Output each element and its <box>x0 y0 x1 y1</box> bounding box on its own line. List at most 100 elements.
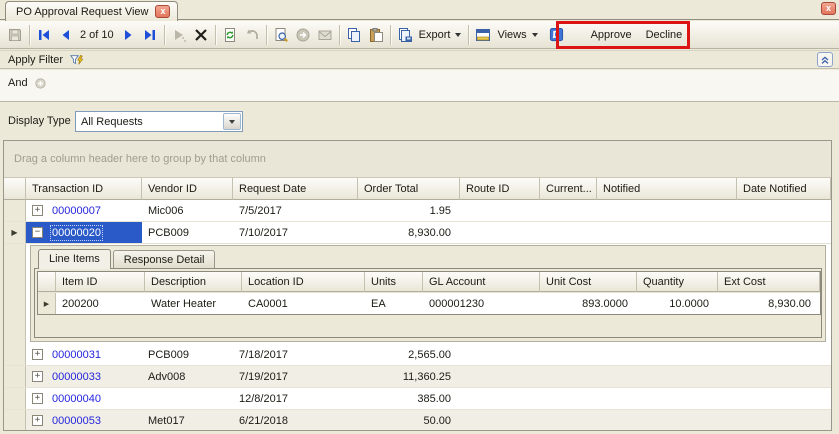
record-position: 2 of 10 <box>77 29 117 41</box>
line-item-row[interactable]: ▶ 200200 Water Heater CA0001 EA 00000123… <box>38 292 820 314</box>
document-tabstrip: PO Approval Request View x x <box>0 0 839 20</box>
decline-button[interactable]: Decline <box>639 27 690 43</box>
undo-icon <box>241 24 263 46</box>
toolbar-separator <box>215 25 216 45</box>
column-header-item-id[interactable]: Item ID <box>56 272 145 292</box>
transaction-id-link[interactable]: 00000020 <box>52 227 101 239</box>
column-header-ext-cost[interactable]: Ext Cost <box>718 272 820 292</box>
expand-icon[interactable]: + <box>32 349 43 360</box>
date-cell: 12/8/2017 <box>233 388 358 409</box>
table-row[interactable]: +00000033 Adv008 7/19/2017 11,360.25 <box>4 366 831 388</box>
paste-icon[interactable] <box>365 24 387 46</box>
apply-filter-bar[interactable]: Apply Filter <box>0 50 839 69</box>
row-gutter <box>4 388 26 409</box>
toolbar-separator <box>266 25 267 45</box>
copy-icon[interactable] <box>343 24 365 46</box>
date-cell: 6/21/2018 <box>233 410 358 431</box>
tab-close-icon[interactable]: x <box>155 5 170 18</box>
po-approval-window: PO Approval Request View x x 2 of 10 <box>0 0 839 434</box>
toolbar-separator <box>29 25 30 45</box>
requests-grid: Drag a column header here to group by th… <box>3 140 832 431</box>
column-header-quantity[interactable]: Quantity <box>637 272 718 292</box>
group-by-hint: Drag a column header here to group by th… <box>14 153 266 165</box>
transaction-id-link[interactable]: 00000033 <box>52 371 101 383</box>
expand-icon[interactable]: + <box>32 371 43 382</box>
units-cell: EA <box>365 293 423 314</box>
column-header-request-date[interactable]: Request Date <box>233 178 358 200</box>
column-header-date-notified[interactable]: Date Notified <box>737 178 831 200</box>
transaction-id-link[interactable]: 00000007 <box>52 205 101 217</box>
display-type-select[interactable]: All Requests <box>75 111 243 132</box>
export-icon[interactable] <box>394 24 416 46</box>
total-cell: 11,360.25 <box>358 366 460 387</box>
collapse-icon[interactable]: − <box>32 227 43 238</box>
display-type-value: All Requests <box>76 116 223 128</box>
views-button[interactable]: Views <box>494 29 529 41</box>
transaction-id-link[interactable]: 00000053 <box>52 415 101 427</box>
collapse-chevrons-icon[interactable] <box>817 52 833 67</box>
table-row[interactable]: +00000040 12/8/2017 385.00 <box>4 388 831 410</box>
first-record-icon[interactable] <box>33 24 55 46</box>
quantity-cell: 10.0000 <box>637 293 718 314</box>
detail-header-gutter <box>38 272 56 292</box>
row-gutter <box>4 410 26 431</box>
expand-icon[interactable]: + <box>32 393 43 404</box>
column-header-transaction-id[interactable]: Transaction ID <box>26 178 142 200</box>
row-gutter <box>4 344 26 365</box>
table-row[interactable]: +00000053 Met017 6/21/2018 50.00 <box>4 410 831 431</box>
approve-button[interactable]: Approve <box>584 27 639 43</box>
transaction-id-link[interactable]: 00000040 <box>52 393 101 405</box>
filter-operator-label[interactable]: And <box>8 77 28 89</box>
column-header-route-id[interactable]: Route ID <box>460 178 540 200</box>
toolbar-separator <box>164 25 165 45</box>
tab-response-detail[interactable]: Response Detail <box>113 250 216 268</box>
total-cell: 1.95 <box>358 200 460 221</box>
column-header-order-total[interactable]: Order Total <box>358 178 460 200</box>
expand-icon[interactable]: + <box>32 415 43 426</box>
save-icon[interactable] <box>4 24 26 46</box>
column-header-units[interactable]: Units <box>365 272 423 292</box>
expand-icon[interactable]: + <box>32 205 43 216</box>
column-header-vendor-id[interactable]: Vendor ID <box>142 178 233 200</box>
total-cell: 8,930.00 <box>358 222 460 243</box>
add-condition-icon[interactable] <box>34 77 47 90</box>
tab-line-items[interactable]: Line Items <box>38 249 111 269</box>
previous-record-icon[interactable] <box>55 24 77 46</box>
last-record-icon[interactable] <box>139 24 161 46</box>
column-header-unit-cost[interactable]: Unit Cost <box>540 272 637 292</box>
table-row-selected[interactable]: ▶ −00000020 PCB009 7/10/2017 8,930.00 <box>4 222 831 244</box>
export-dropdown-icon[interactable] <box>455 33 461 37</box>
detail-tab-content: Item ID Description Location ID Units GL… <box>34 268 822 338</box>
column-header-notified[interactable]: Notified <box>597 178 737 200</box>
total-cell: 50.00 <box>358 410 460 431</box>
row-gutter <box>4 200 26 221</box>
table-row[interactable]: +00000007 Mic006 7/5/2017 1.95 <box>4 200 831 222</box>
views-dropdown-icon[interactable] <box>532 33 538 37</box>
column-header-gl-account[interactable]: GL Account <box>423 272 540 292</box>
views-icon[interactable] <box>472 24 494 46</box>
refresh-icon[interactable] <box>219 24 241 46</box>
item-id-cell: 200200 <box>56 293 145 314</box>
filter-lightning-icon <box>69 53 84 67</box>
window-close-icon[interactable]: x <box>821 2 836 15</box>
transaction-id-link[interactable]: 00000031 <box>52 349 101 361</box>
header-gutter <box>4 178 26 200</box>
date-cell: 7/19/2017 <box>233 366 358 387</box>
location-id-cell: CA0001 <box>242 293 365 314</box>
description-cell: Water Heater <box>145 293 242 314</box>
table-row[interactable]: +00000031 PCB009 7/18/2017 2,565.00 <box>4 344 831 366</box>
export-button[interactable]: Export <box>416 29 454 41</box>
group-by-area[interactable]: Drag a column header here to group by th… <box>4 141 831 178</box>
display-type-label: Display Type <box>8 115 71 127</box>
column-header-current[interactable]: Current... <box>540 178 597 200</box>
delete-icon[interactable] <box>190 24 212 46</box>
print-preview-icon[interactable] <box>270 24 292 46</box>
column-header-location-id[interactable]: Location ID <box>242 272 365 292</box>
tab-po-approval-request-view[interactable]: PO Approval Request View x <box>5 1 178 21</box>
next-record-icon[interactable] <box>117 24 139 46</box>
open-window-icon[interactable] <box>546 24 568 46</box>
tab-title: PO Approval Request View <box>16 6 148 18</box>
combo-dropdown-icon[interactable] <box>223 113 241 130</box>
column-header-description[interactable]: Description <box>145 272 242 292</box>
detail-tabs: Line Items Response Detail <box>31 246 825 268</box>
